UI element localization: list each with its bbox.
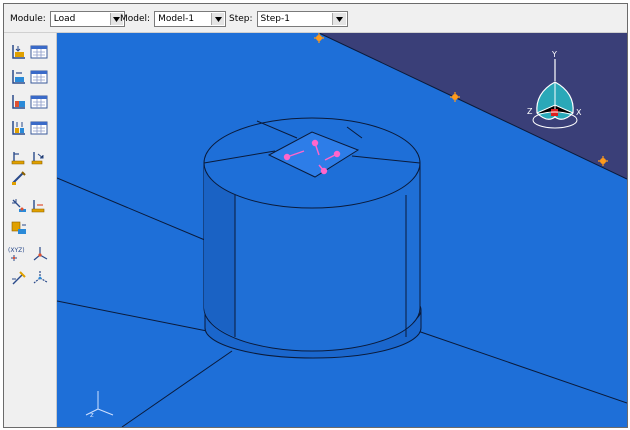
triad-x-label: X <box>576 108 582 117</box>
model-combo[interactable]: Model-1 <box>154 11 227 27</box>
create-connector-icon[interactable] <box>10 219 28 237</box>
create-datum-point-icon[interactable] <box>31 245 49 263</box>
model-label: Model: <box>120 14 151 24</box>
create-bc-icon[interactable] <box>10 68 28 86</box>
module-selector: Module: Load <box>10 11 125 27</box>
create-predefined-field-icon[interactable] <box>10 93 28 111</box>
load-case-manager-icon[interactable] <box>30 119 48 137</box>
chevron-down-icon[interactable] <box>211 13 225 25</box>
create-datum-plane-icon[interactable] <box>31 269 49 287</box>
datum-csys-label: (XYZ) <box>8 247 25 254</box>
step-combo[interactable]: Step-1 <box>256 11 348 27</box>
left-toolbox: (XYZ) <box>4 33 57 427</box>
model-selector: Model: Model-1 <box>120 11 227 27</box>
model-value: Model-1 <box>158 14 195 24</box>
step-value: Step-1 <box>260 14 290 24</box>
create-special-dropdown-icon[interactable] <box>30 149 48 167</box>
step-selector: Step: Step-1 <box>229 11 348 27</box>
create-special-icon[interactable] <box>10 149 28 167</box>
create-load-icon[interactable] <box>10 43 28 61</box>
module-label: Module: <box>10 14 46 24</box>
predefined-field-manager-icon[interactable] <box>30 93 48 111</box>
triad-z-label: Z <box>527 107 533 116</box>
svg-text:z: z <box>90 411 94 419</box>
create-load-case-icon[interactable] <box>10 119 28 137</box>
viewport[interactable]: Y Z X z <box>57 33 627 427</box>
create-constraint-icon[interactable] <box>10 197 28 215</box>
bc-manager-icon[interactable] <box>30 68 48 86</box>
create-datum-csys-icon[interactable]: (XYZ) <box>8 245 30 263</box>
create-datum-axis-icon[interactable] <box>10 269 28 287</box>
create-interaction-icon[interactable] <box>30 197 48 215</box>
chevron-down-icon[interactable] <box>332 13 346 25</box>
load-manager-icon[interactable] <box>30 43 48 61</box>
abaqus-window: Module: Load Model: Model-1 Step: Step-1 <box>3 3 628 428</box>
step-label: Step: <box>229 14 253 24</box>
context-toolbar: Module: Load Model: Model-1 Step: Step-1 <box>4 4 627 33</box>
triad-y-label: Y <box>551 50 557 59</box>
module-value: Load <box>53 14 76 24</box>
module-combo[interactable]: Load <box>49 11 125 27</box>
edit-amplitude-icon[interactable] <box>10 169 28 187</box>
model-scene: Y Z X z <box>57 33 627 427</box>
cylinder-body[interactable] <box>203 117 421 352</box>
